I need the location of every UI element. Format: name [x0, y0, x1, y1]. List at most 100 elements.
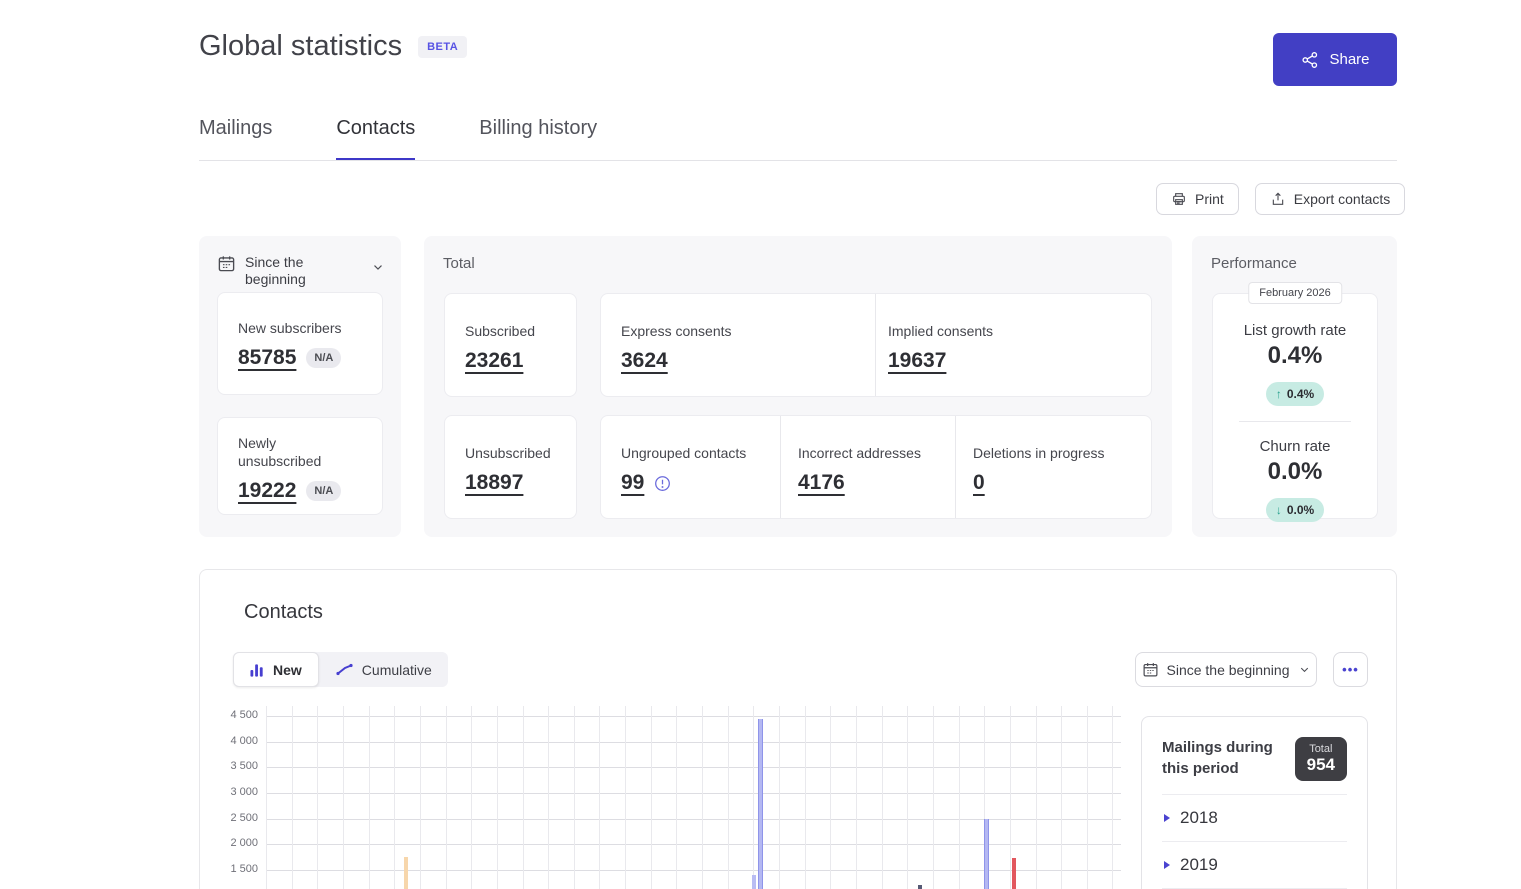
y-tick-label: 2 000 — [230, 837, 258, 849]
new-subscribers-value[interactable]: 85785 — [238, 346, 296, 370]
y-tick-label: 2 500 — [230, 812, 258, 824]
unsubscribed-value[interactable]: 18897 — [465, 471, 523, 495]
newly-unsubscribed-value[interactable]: 19222 — [238, 479, 296, 503]
chart-view-toggle: New Cumulative — [233, 652, 448, 687]
export-contacts-label: Export contacts — [1294, 191, 1391, 207]
gridline-v — [369, 706, 370, 889]
period-panel: Since the beginning New subscribers 8578… — [199, 236, 401, 537]
subscribed-card: Subscribed 23261 — [444, 293, 577, 397]
performance-card: February 2026 List growth rate 0.4% ↑ 0.… — [1212, 293, 1378, 519]
chart-bar-2[interactable] — [752, 875, 756, 889]
mailings-year-row-2018[interactable]: 2018 — [1162, 795, 1347, 842]
printer-icon — [1171, 191, 1187, 207]
chart-y-axis: 4 5004 0003 5003 0002 5002 0001 500 — [200, 706, 258, 889]
deletions-in-progress-label: Deletions in progress — [973, 444, 1105, 462]
share-icon — [1300, 50, 1320, 70]
gridline-v — [805, 706, 806, 889]
subscribed-label: Subscribed — [465, 322, 576, 340]
tab-billing-history[interactable]: Billing history — [479, 117, 597, 161]
chevron-down-icon — [371, 260, 385, 274]
total-panel-title: Total — [443, 255, 475, 272]
chart-bar-5[interactable] — [984, 819, 989, 889]
chart-bar-4[interactable] — [918, 885, 922, 889]
chart-bar-3[interactable] — [758, 719, 763, 889]
y-tick-label: 4 500 — [230, 709, 258, 721]
list-growth-rate-label: List growth rate — [1213, 322, 1377, 339]
performance-period-tag: February 2026 — [1248, 282, 1342, 304]
toolbar: Print Export contacts — [1156, 183, 1405, 215]
gridline-v — [676, 706, 677, 889]
gridline-v — [1010, 706, 1011, 889]
tab-bar-divider — [199, 160, 1397, 161]
trend-up-arrow-icon: ↑ — [1276, 387, 1282, 401]
calendar-icon — [217, 254, 236, 273]
trend-down-arrow-icon: ↓ — [1276, 503, 1282, 517]
chart-bar-6[interactable] — [1012, 858, 1016, 889]
toggle-cumulative-button[interactable]: Cumulative — [319, 652, 448, 687]
gridline-v — [471, 706, 472, 889]
express-consents-label: Express consents — [621, 322, 875, 340]
gridline-v — [446, 706, 447, 889]
ellipsis-icon: ••• — [1342, 662, 1359, 677]
y-tick-label: 1 500 — [230, 863, 258, 875]
export-contacts-button[interactable]: Export contacts — [1255, 183, 1406, 215]
new-subscribers-label: New subscribers — [238, 319, 382, 337]
period-dropdown[interactable]: Since the beginning — [217, 254, 385, 288]
y-tick-label: 3 500 — [230, 760, 258, 772]
print-button[interactable]: Print — [1156, 183, 1239, 215]
gridline-v — [959, 706, 960, 889]
express-consents-value[interactable]: 3624 — [621, 349, 668, 373]
beta-badge: BETA — [418, 36, 467, 58]
incorrect-addresses-cell: Incorrect addresses 4176 — [781, 416, 956, 518]
chart-bar-1[interactable] — [404, 857, 408, 889]
gridline-v — [1112, 706, 1113, 889]
gridline-v — [1061, 706, 1062, 889]
tab-contacts[interactable]: Contacts — [336, 117, 415, 161]
list-growth-trend-delta: 0.4% — [1287, 387, 1314, 401]
unsubscribed-label: Unsubscribed — [465, 444, 576, 462]
warning-info-icon[interactable] — [654, 475, 671, 492]
triangle-right-icon — [1164, 861, 1170, 869]
toggle-new-button[interactable]: New — [233, 652, 319, 687]
implied-consents-value[interactable]: 19637 — [888, 349, 946, 373]
ungrouped-contacts-value[interactable]: 99 — [621, 471, 644, 495]
global-statistics-page: Global statistics BETA Share Mailings Co… — [0, 0, 1521, 889]
churn-trend-delta: 0.0% — [1287, 503, 1314, 517]
gridline-v — [1036, 706, 1037, 889]
newly-unsubscribed-badge: N/A — [306, 481, 341, 501]
tab-mailings[interactable]: Mailings — [199, 117, 272, 161]
share-button-label: Share — [1329, 51, 1369, 68]
subscribed-value[interactable]: 23261 — [465, 349, 523, 373]
unsubscribed-card: Unsubscribed 18897 — [444, 415, 577, 519]
chart-plot — [266, 706, 1121, 889]
deletions-in-progress-cell: Deletions in progress 0 — [956, 416, 1105, 518]
new-subscribers-card: New subscribers 85785 N/A — [217, 292, 383, 395]
toggle-cumulative-label: Cumulative — [362, 662, 432, 678]
gridline-v — [497, 706, 498, 889]
express-consents-cell: Express consents 3624 — [601, 294, 876, 396]
deletions-in-progress-value[interactable]: 0 — [973, 471, 985, 495]
gridline-v — [266, 706, 267, 889]
list-growth-rate-value: 0.4% — [1213, 342, 1377, 370]
total-panel: Total Subscribed 23261 Express consents … — [424, 236, 1172, 537]
share-button[interactable]: Share — [1273, 33, 1397, 86]
newly-unsubscribed-label: Newly unsubscribed — [238, 434, 333, 470]
period-dropdown-label: Since the beginning — [245, 254, 351, 288]
chart-more-options-button[interactable]: ••• — [1333, 652, 1368, 687]
performance-panel-title: Performance — [1211, 255, 1297, 272]
mailings-total-value: 954 — [1307, 755, 1335, 775]
gridline-v — [574, 706, 575, 889]
performance-panel: Performance February 2026 List growth ra… — [1192, 236, 1397, 537]
mailings-total-label: Total — [1307, 743, 1335, 755]
gridline-v — [779, 706, 780, 889]
implied-consents-cell: Implied consents 19637 — [876, 294, 993, 396]
gridline-v — [625, 706, 626, 889]
chart-period-dropdown[interactable]: Since the beginning — [1135, 652, 1317, 687]
incorrect-addresses-value[interactable]: 4176 — [798, 471, 845, 495]
mailings-year-row-2019[interactable]: 2019 — [1162, 842, 1347, 889]
gridline-v — [856, 706, 857, 889]
gridline-v — [830, 706, 831, 889]
gridline-v — [343, 706, 344, 889]
contacts-section-title: Contacts — [244, 601, 323, 624]
gridline-v — [523, 706, 524, 889]
